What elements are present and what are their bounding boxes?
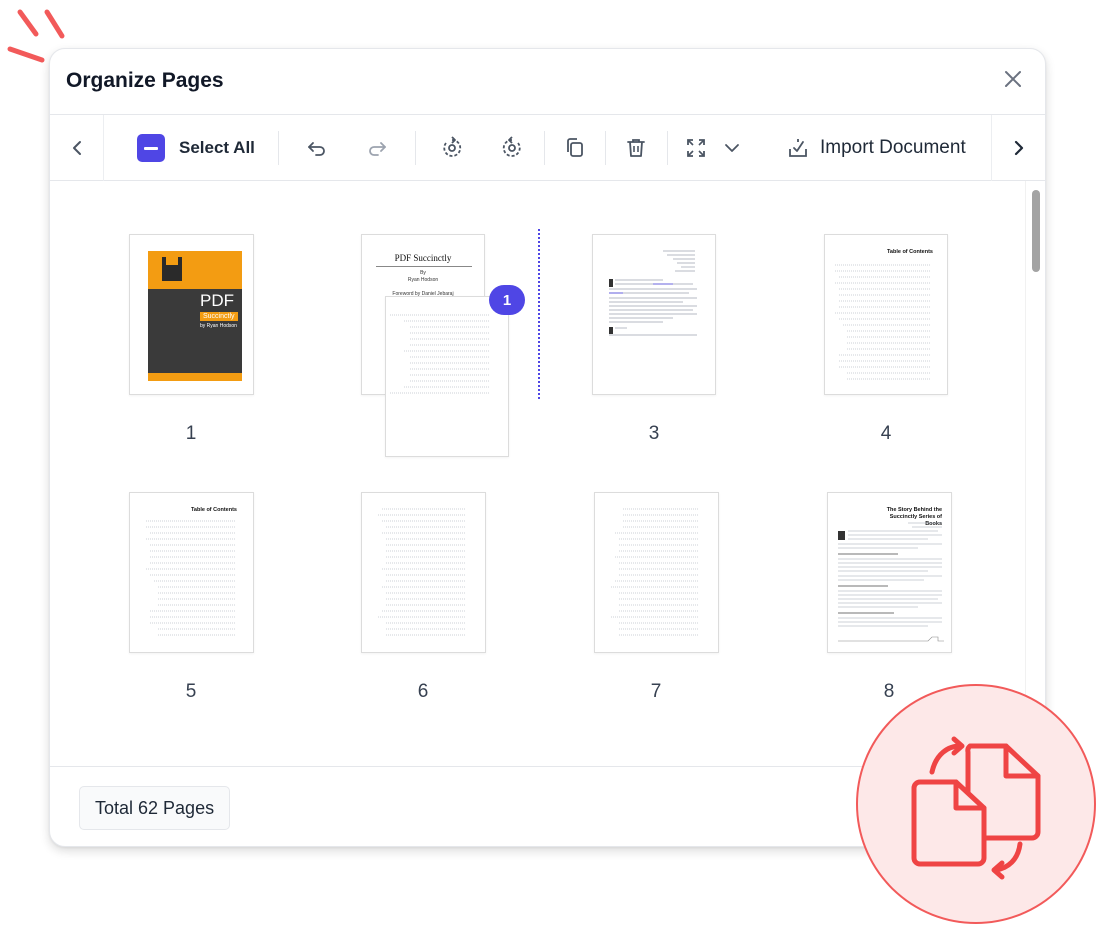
toc-lines (611, 508, 699, 636)
page-thumbnail[interactable] (592, 234, 716, 395)
swap-pages-icon (911, 736, 1041, 880)
toolbar: Select All Import Document (50, 114, 1045, 181)
vertical-scrollbar[interactable] (1025, 181, 1045, 768)
dialog-title: Organize Pages (66, 69, 224, 92)
toc-lines (378, 508, 466, 636)
rotate-left-icon (443, 136, 462, 157)
scrollbar-thumb[interactable] (1032, 190, 1040, 272)
select-all-button[interactable]: Select All (137, 115, 255, 181)
page-number: 6 (417, 681, 429, 702)
page-thumbnail[interactable]: Table of Contents (129, 492, 254, 653)
article-lines (838, 522, 944, 642)
chevron-right-icon (1014, 140, 1023, 156)
import-document-label: Import Document (820, 137, 966, 158)
page-number: 4 (880, 423, 892, 444)
rule (376, 266, 472, 267)
expand-icon (687, 139, 705, 157)
toolbar-divider (605, 131, 606, 165)
import-document-button[interactable]: Import Document (786, 115, 966, 181)
cover-author: by Ryan Hodson (200, 323, 237, 329)
redo-button[interactable] (365, 115, 389, 181)
rotate-right-icon (502, 136, 521, 157)
page-grid: PDF Succinctly by Ryan Hodson 1 PDF Succ… (50, 181, 1026, 768)
import-document-icon (789, 139, 807, 157)
toolbar-divider (544, 131, 545, 165)
page-thumbnail[interactable]: Table of Contents (824, 234, 948, 395)
scroll-right-button[interactable] (991, 115, 1045, 181)
rotate-right-button[interactable] (500, 115, 524, 181)
page-number: 7 (650, 681, 662, 702)
toolbar-divider (667, 131, 668, 165)
page-thumbnail[interactable] (361, 492, 486, 653)
toc-lines (146, 520, 236, 636)
toc-lines (835, 264, 931, 380)
rotate-left-button[interactable] (440, 115, 464, 181)
page-number: 3 (648, 423, 660, 444)
undo-button[interactable] (305, 115, 329, 181)
scroll-left-button[interactable] (50, 115, 104, 181)
zoom-dropdown[interactable] (684, 115, 742, 181)
page-author: Ryan Hodson (407, 277, 439, 283)
page-byline: By (420, 270, 426, 276)
cover-subtitle: Succinctly (200, 312, 238, 321)
select-all-label: Select All (179, 138, 255, 157)
toolbar-divider (278, 131, 279, 165)
undo-icon (308, 142, 325, 156)
page-thumbnail[interactable] (594, 492, 719, 653)
page-thumbnail[interactable]: The Story Behind the Succinctly Series o… (827, 492, 952, 653)
toolbar-divider (415, 131, 416, 165)
total-pages-label: Total 62 Pages (79, 786, 231, 830)
page-heading: PDF Succinctly (394, 253, 452, 263)
chevron-left-icon (72, 141, 81, 155)
page-number: 5 (185, 681, 197, 702)
copy-button[interactable] (563, 115, 587, 181)
page-number: 1 (185, 423, 197, 444)
toc-lines (390, 314, 490, 394)
cover-title: PDF (200, 291, 234, 310)
copyright-lines (609, 250, 697, 336)
drag-ghost[interactable] (385, 296, 509, 457)
minus-checkbox-icon (137, 134, 165, 162)
chevron-down-icon (725, 144, 739, 152)
selected-count-badge: 1 (489, 285, 525, 315)
page-thumbnail[interactable]: PDF Succinctly by Ryan Hodson (129, 234, 254, 395)
redo-icon (369, 142, 386, 156)
trash-icon (627, 139, 645, 157)
delete-button[interactable] (624, 115, 648, 181)
drop-indicator (538, 229, 540, 399)
close-icon[interactable] (1001, 67, 1025, 91)
organize-pages-badge (856, 684, 1096, 924)
copy-icon (567, 138, 583, 157)
